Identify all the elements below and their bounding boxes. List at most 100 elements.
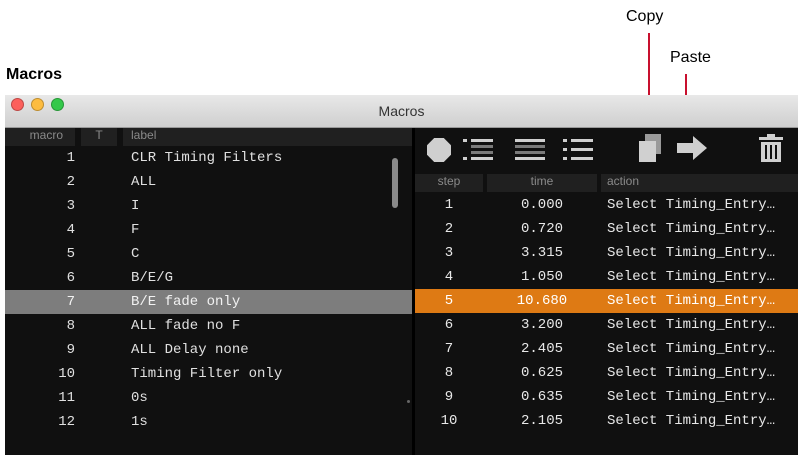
step-row[interactable]: 4 1.050 Select Timing_Entry… — [415, 265, 798, 289]
page-heading: Macros — [6, 66, 63, 83]
step-row[interactable]: 3 3.315 Select Timing_Entry… — [415, 241, 798, 265]
step-time: 0.720 — [520, 221, 563, 237]
step-number: 5 — [444, 293, 454, 309]
macro-label: CLR Timing Filters — [131, 150, 283, 166]
step-time: 0.000 — [520, 197, 563, 213]
paste-icon[interactable] — [677, 134, 709, 162]
record-icon[interactable] — [427, 138, 451, 162]
zoom-window-button[interactable] — [51, 98, 64, 111]
macro-row[interactable]: 3I — [5, 194, 412, 218]
step-action: Select Timing_Entry… — [607, 365, 776, 381]
macro-label: 1s — [131, 414, 148, 430]
step-number: 8 — [444, 365, 454, 381]
macro-label: I — [131, 198, 140, 214]
macro-row[interactable]: 1 CLR Timing Filters — [5, 146, 412, 170]
window-title: Macros — [378, 103, 425, 119]
macro-label: ALL — [131, 174, 157, 190]
list-icon[interactable] — [563, 139, 593, 161]
macro-number: 10 — [58, 366, 75, 382]
step-time: 3.200 — [520, 317, 563, 333]
macro-number: 5 — [66, 246, 75, 262]
step-action: Select Timing_Entry… — [607, 341, 776, 357]
step-row[interactable]: 7 2.405 Select Timing_Entry… — [415, 337, 798, 361]
steps-header: step time action — [415, 174, 798, 192]
window-titlebar[interactable]: Macros — [5, 95, 798, 128]
step-action: Select Timing_Entry… — [607, 293, 776, 309]
macro-number: 7 — [66, 294, 75, 310]
copy-icon[interactable] — [639, 134, 663, 162]
step-number: 1 — [444, 197, 454, 213]
step-row[interactable]: 8 0.625 Select Timing_Entry… — [415, 361, 798, 385]
step-number: 10 — [440, 413, 458, 429]
step-action: Select Timing_Entry… — [607, 389, 776, 405]
macro-label: ALL fade no F — [131, 318, 241, 334]
macro-row[interactable]: 11 0s — [5, 386, 412, 410]
minimize-window-button[interactable] — [31, 98, 44, 111]
macro-number: 2 — [66, 174, 75, 190]
step-action: Select Timing_Entry… — [607, 413, 776, 429]
macro-row[interactable]: 7 B/E fade only — [5, 290, 412, 314]
macro-label: B/E/G — [131, 270, 174, 286]
macro-row[interactable]: 4F — [5, 218, 412, 242]
macro-row[interactable]: 12 1s — [5, 410, 412, 434]
macro-list: 1 CLR Timing Filters 2 ALL 3 I 4 F 5 C 6 B/E/G 7 B/E … — [5, 146, 412, 434]
macro-row[interactable]: 5C — [5, 242, 412, 266]
column-header-label[interactable]: label — [123, 128, 412, 146]
step-row[interactable]: 1 0.000 Select Timing_Entry… — [415, 193, 798, 217]
step-row[interactable]: 6 3.200 Select Timing_Entry… — [415, 313, 798, 337]
step-time: 2.105 — [520, 413, 563, 429]
macro-number: 4 — [66, 222, 75, 238]
step-number: 2 — [444, 221, 454, 237]
step-time: 1.050 — [520, 269, 563, 285]
steps-toolbar — [415, 128, 798, 172]
step-action: Select Timing_Entry… — [607, 221, 776, 237]
close-window-button[interactable] — [11, 98, 24, 111]
step-action: Select Timing_Entry… — [607, 317, 776, 333]
column-header-time[interactable]: time — [487, 174, 597, 192]
step-time: 2.405 — [520, 341, 563, 357]
macro-number: 3 — [66, 198, 75, 214]
step-time: 3.315 — [520, 245, 563, 261]
macro-list-pane: macro T label 1 CLR Timing Filters 2 ALL 3 I 4… — [5, 128, 412, 455]
step-number: 6 — [444, 317, 454, 333]
step-time: 0.625 — [520, 365, 563, 381]
step-number: 4 — [444, 269, 454, 285]
macro-row[interactable]: 6 B/E/G — [5, 266, 412, 290]
pane-splitter-handle[interactable] — [407, 400, 410, 403]
macro-label: B/E fade only — [131, 294, 241, 310]
column-header-action[interactable]: action — [601, 174, 798, 192]
macro-list-scrollbar[interactable] — [392, 158, 398, 208]
macro-list-header: macro T label — [5, 128, 412, 146]
list-insert-icon[interactable] — [463, 139, 493, 161]
step-number: 7 — [444, 341, 454, 357]
column-header-t[interactable]: T — [81, 128, 117, 146]
column-header-macro[interactable]: macro — [5, 128, 75, 146]
macro-label: ALL Delay none — [131, 342, 249, 358]
step-time: 0.635 — [520, 389, 563, 405]
step-action: Select Timing_Entry… — [607, 269, 776, 285]
trash-icon[interactable] — [759, 134, 783, 162]
step-row[interactable]: 2 0.720 Select Timing_Entry… — [415, 217, 798, 241]
macros-window: Macros macro T label 1 CLR Timing Filters… — [5, 95, 798, 455]
macro-number: 11 — [58, 390, 75, 406]
macro-row[interactable]: 8 ALL fade no F — [5, 314, 412, 338]
macro-row[interactable]: 2 ALL — [5, 170, 412, 194]
copy-callout-label: Copy — [626, 8, 664, 25]
macro-row[interactable]: 9 ALL Delay none — [5, 338, 412, 362]
macro-number: 12 — [58, 414, 75, 430]
step-action: Select Timing_Entry… — [607, 197, 776, 213]
macro-number: 8 — [66, 318, 75, 334]
macro-row[interactable]: 10 Timing Filter only — [5, 362, 412, 386]
macro-label: C — [131, 246, 140, 262]
step-row[interactable]: 10 2.105 Select Timing_Entry… — [415, 409, 798, 433]
step-action: Select Timing_Entry… — [607, 245, 776, 261]
step-row[interactable]: 9 0.635 Select Timing_Entry… — [415, 385, 798, 409]
macro-steps-pane: step time action 1 0.000 Select Timing_Ent… — [415, 128, 798, 455]
step-number: 3 — [444, 245, 454, 261]
macro-label: Timing Filter only — [131, 366, 283, 382]
step-time: 10.680 — [516, 293, 568, 309]
column-header-step[interactable]: step — [415, 174, 483, 192]
list-replace-icon[interactable] — [515, 139, 545, 161]
step-row[interactable]: 5 10.680 Select Timing_Entry… — [415, 289, 798, 313]
macro-number: 6 — [66, 270, 75, 286]
